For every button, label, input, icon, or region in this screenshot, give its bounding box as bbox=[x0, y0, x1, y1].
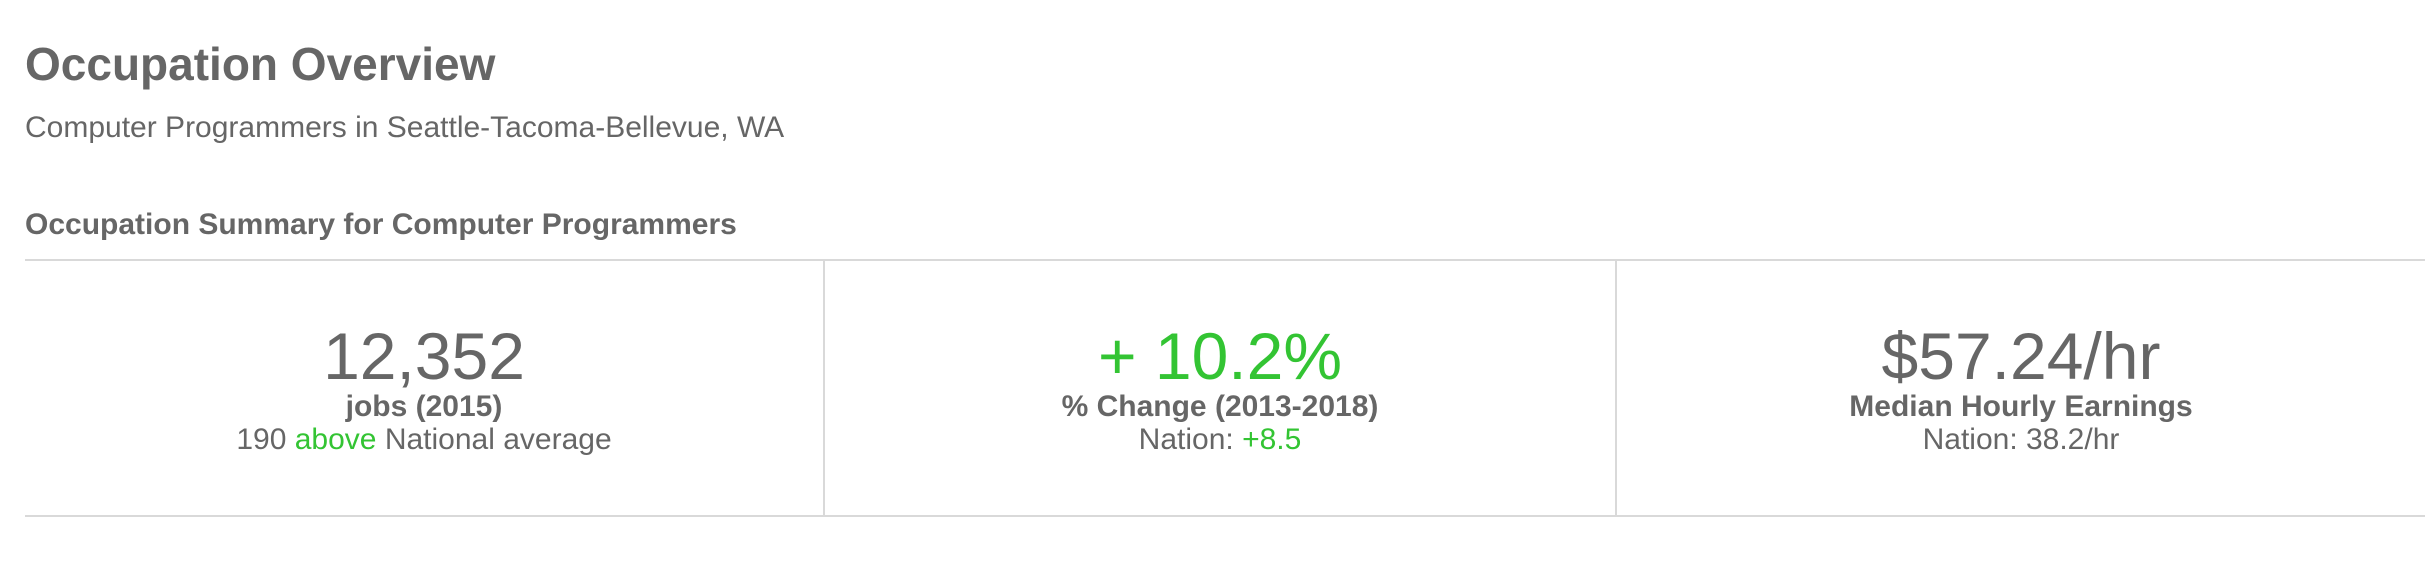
earnings-metric: $57.24/hr Median Hourly Earnings Nation:… bbox=[1617, 261, 2425, 515]
page-subtitle: Computer Programmers in Seattle-Tacoma-B… bbox=[25, 111, 785, 144]
change-value: + 10.2% bbox=[1097, 319, 1343, 393]
change-label: % Change (2013-2018) bbox=[1061, 390, 1379, 423]
section-title: Occupation Summary for Computer Programm… bbox=[25, 208, 737, 241]
jobs-note-count: 190 bbox=[236, 423, 287, 456]
earnings-note: Nation: 38.2/hr bbox=[1922, 423, 2120, 456]
change-metric: + 10.2% % Change (2013-2018) Nation: +8.… bbox=[825, 261, 1617, 515]
change-note-value: +8.5 bbox=[1242, 423, 1302, 456]
jobs-value: 12,352 bbox=[323, 319, 525, 393]
jobs-note: 190 above National average bbox=[25, 423, 823, 457]
occupation-overview-page: Occupation Overview Computer Programmers… bbox=[0, 0, 2432, 574]
occupation-summary-panel: 12,352 jobs (2015) 190 above National av… bbox=[25, 259, 2425, 517]
earnings-label: Median Hourly Earnings bbox=[1849, 390, 2193, 423]
jobs-label: jobs (2015) bbox=[345, 390, 503, 423]
jobs-metric: 12,352 jobs (2015) 190 above National av… bbox=[25, 261, 825, 515]
jobs-note-comparison: National average bbox=[384, 423, 612, 456]
earnings-value: $57.24/hr bbox=[1881, 319, 2161, 393]
change-note: Nation: +8.5 bbox=[825, 423, 1615, 457]
page-title: Occupation Overview bbox=[25, 38, 496, 90]
change-note-label: Nation: bbox=[1138, 423, 1234, 456]
jobs-note-direction: above bbox=[294, 423, 377, 456]
